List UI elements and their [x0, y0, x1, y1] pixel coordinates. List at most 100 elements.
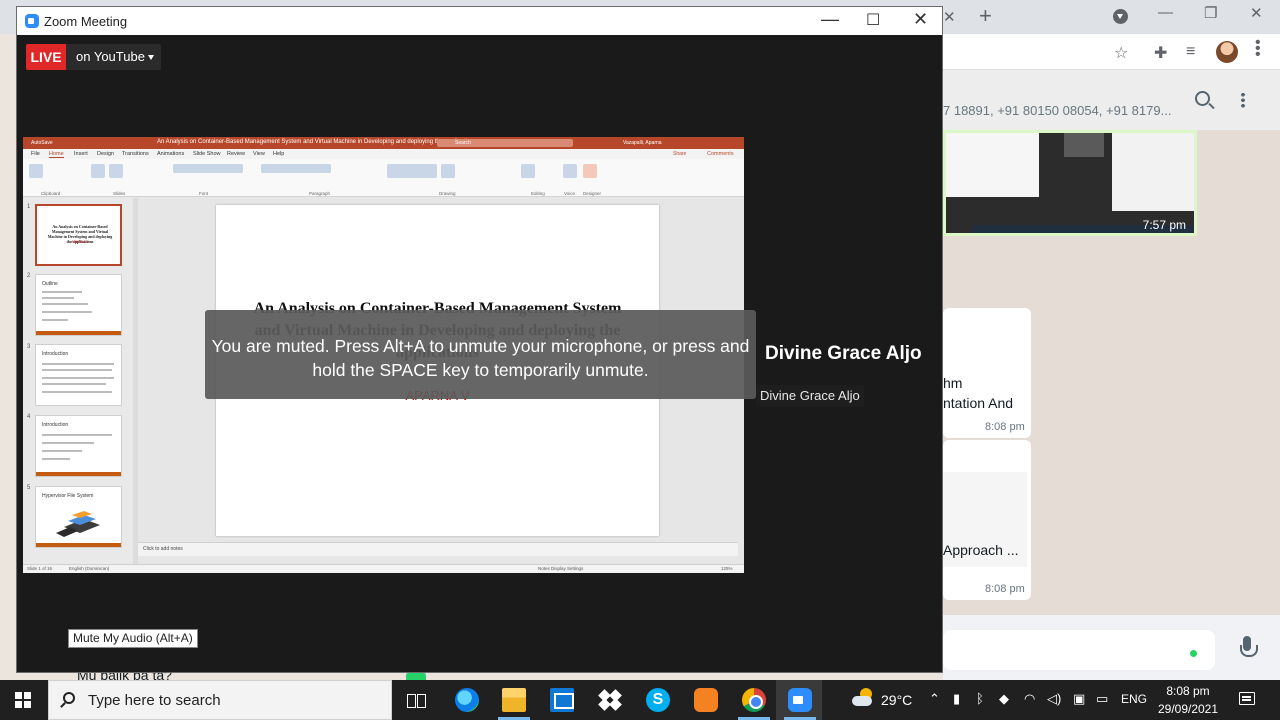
tab-search-icon[interactable]	[1113, 9, 1128, 24]
design-ideas-icon[interactable]	[583, 164, 597, 178]
live-stream-button[interactable]: on YouTube	[66, 44, 161, 70]
clock-time[interactable]: 8:08 pm	[1160, 684, 1216, 698]
paste-icon[interactable]	[29, 164, 43, 178]
skype-icon[interactable]: S	[646, 688, 670, 712]
edge-icon[interactable]	[455, 688, 479, 712]
ribbon-group-label: Font	[199, 191, 209, 196]
zoom-icon[interactable]	[788, 688, 812, 712]
close-tab-icon[interactable]: ✕	[943, 8, 956, 26]
language-indicator[interactable]: English (Dominican)	[69, 566, 109, 571]
thumbnail-diagram	[56, 511, 100, 537]
chrome-restore-icon[interactable]: ❐	[1204, 4, 1217, 22]
ribbon-group-label: Clipboard	[41, 191, 61, 196]
image-participant-list	[1112, 133, 1194, 211]
slide-thumbnail[interactable]: Introduction	[35, 344, 122, 406]
chrome-minimize-icon[interactable]: —	[1158, 4, 1173, 21]
slide-thumbnail[interactable]: An Analysis on Container-Based Managemen…	[35, 204, 122, 266]
message-input[interactable]	[943, 630, 1215, 670]
thumbnail-bullet	[42, 319, 68, 321]
notifications-icon[interactable]	[1239, 692, 1255, 705]
participant-name-tag: Divine Grace Aljo	[756, 385, 864, 407]
message-time: 7:57 pm	[1142, 218, 1186, 232]
message-time: 8:08 pm	[985, 421, 1025, 433]
ppt-tab-animations[interactable]: Animations	[157, 151, 184, 157]
mail-icon[interactable]	[550, 688, 574, 712]
notes-pane[interactable]	[138, 542, 738, 556]
clock-date[interactable]: 29/09/2021	[1155, 702, 1221, 716]
zoom-meeting-window: Zoom Meeting — ☐ ✕ LIVE on YouTube AutoS…	[16, 6, 943, 673]
weather-icon[interactable]	[852, 688, 874, 706]
thumbnail-bullet	[42, 383, 106, 385]
new-slide-icon[interactable]	[91, 164, 105, 178]
arrange-icon[interactable]	[441, 164, 455, 178]
zoom-level[interactable]: 125%	[721, 566, 733, 571]
search-icon[interactable]	[1195, 91, 1210, 106]
thumbnail-bullet	[42, 303, 88, 305]
microphone-tray-icon[interactable]: ▮	[953, 691, 960, 707]
battery-icon[interactable]: ▭	[1096, 691, 1108, 707]
file-explorer-icon[interactable]	[502, 688, 526, 712]
autosave-toggle[interactable]: AutoSave	[31, 140, 53, 146]
ppt-search-label: Search	[455, 140, 471, 146]
menu-icon[interactable]: • • •	[1255, 35, 1261, 63]
dropbox-icon[interactable]	[598, 688, 622, 712]
shapes-icon[interactable]	[387, 164, 437, 178]
ppt-tab-view[interactable]: View	[253, 151, 265, 157]
ppt-tab-design[interactable]: Design	[97, 151, 114, 157]
volume-icon[interactable]: ◁)	[1047, 691, 1061, 707]
paragraph-controls[interactable]	[261, 164, 331, 173]
minimize-icon[interactable]: —	[821, 9, 839, 30]
thumbnail-number: 2	[27, 273, 31, 279]
zoom-logo-icon	[25, 14, 39, 28]
font-selector[interactable]	[173, 164, 243, 173]
avatar[interactable]	[1216, 41, 1238, 63]
chrome-close-icon[interactable]: ✕	[1250, 4, 1263, 22]
ppt-tab-transitions[interactable]: Transitions	[122, 151, 149, 157]
wifi-icon[interactable]: ◠	[1024, 691, 1035, 707]
input-language[interactable]: ENG	[1121, 692, 1147, 706]
message-time: 8:08 pm	[985, 583, 1025, 595]
chat-menu-icon[interactable]	[1241, 92, 1245, 108]
mic-icon[interactable]	[1240, 636, 1258, 662]
ppt-tab-review[interactable]: Review	[227, 151, 245, 157]
reading-list-icon[interactable]: ≡	[1186, 43, 1195, 61]
ribbon-group-label: Drawing	[439, 191, 456, 196]
star-icon[interactable]: ☆	[1114, 43, 1128, 63]
slide-thumbnail[interactable]: Outline	[35, 274, 122, 336]
slide-thumbnail[interactable]: Introduction	[35, 415, 122, 477]
ppt-tab-insert[interactable]: Insert	[74, 151, 88, 157]
dictate-icon[interactable]	[563, 164, 577, 178]
extensions-icon[interactable]: ✚	[1154, 43, 1167, 63]
ppt-share-button[interactable]: Share	[673, 151, 686, 157]
weather-temperature[interactable]: 29°C	[881, 692, 912, 708]
brave-icon[interactable]	[694, 688, 718, 712]
message-bubble[interactable]	[943, 308, 1031, 438]
status-buttons[interactable]: Notes Display Settings	[538, 566, 583, 571]
thumbnail-author: APARNA V	[71, 240, 89, 244]
ppt-tab-home[interactable]: Home	[49, 151, 64, 158]
meet-now-icon[interactable]: ▣	[1073, 691, 1085, 707]
chrome-icon[interactable]	[742, 688, 766, 712]
windows-start-icon[interactable]	[15, 692, 31, 708]
thumbnail-accent-bar	[36, 472, 121, 476]
security-icon[interactable]: ◆	[999, 691, 1009, 707]
bluetooth-icon[interactable]: ᛒ	[976, 691, 984, 706]
thumbnail-title: Introduction	[42, 351, 69, 357]
ppt-tab-slideshow[interactable]: Slide Show	[193, 151, 221, 157]
find-icon[interactable]	[521, 164, 535, 178]
thumbnail-bullet	[42, 311, 92, 313]
task-view-icon[interactable]	[406, 691, 426, 709]
image-message[interactable]: 7:57 pm	[943, 130, 1197, 236]
ppt-tab-file[interactable]: File	[31, 151, 40, 157]
new-tab-button[interactable]: +	[979, 3, 992, 29]
ppt-comments-button[interactable]: Comments	[707, 151, 734, 157]
maximize-icon[interactable]: ☐	[866, 10, 880, 30]
close-icon[interactable]: ✕	[913, 9, 928, 30]
slide-thumbnail[interactable]: Hypervisor File System	[35, 486, 122, 548]
ppt-tab-help[interactable]: Help	[273, 151, 284, 157]
thumbnail-accent-bar	[36, 331, 121, 335]
show-hidden-icons-icon[interactable]: ⌃	[929, 691, 940, 707]
reuse-slides-icon[interactable]	[109, 164, 123, 178]
message-text: ntation And	[943, 395, 1014, 411]
caret-down-icon[interactable]	[148, 55, 154, 60]
